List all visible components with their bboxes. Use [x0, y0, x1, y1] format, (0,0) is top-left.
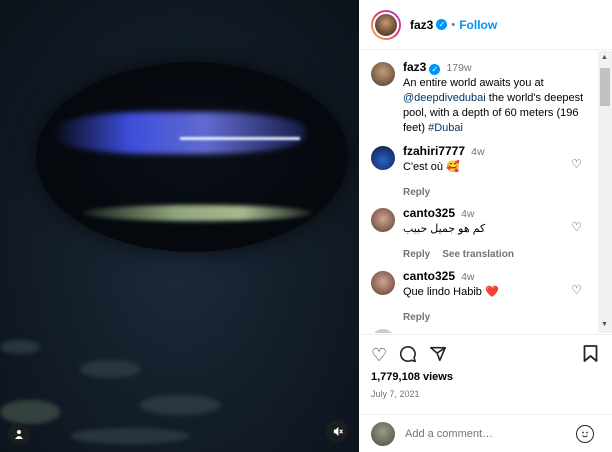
scrollbar-thumb[interactable] [600, 68, 610, 106]
author-username[interactable]: faz3 [410, 18, 433, 32]
caption-username[interactable]: faz3 [403, 60, 426, 74]
emoji-icon[interactable] [576, 424, 594, 443]
comment-time[interactable]: 4w [461, 208, 474, 220]
pool-floor [82, 205, 312, 221]
comment-time[interactable]: 4w [471, 146, 484, 158]
comment-username[interactable]: fzahiri7777 [403, 144, 465, 158]
comment-text: C'est où 🥰 [403, 161, 460, 173]
post-sidebar: faz3 ✓ • Follow faz3 ✓ 179w An entire wo… [359, 0, 612, 452]
reply-button[interactable]: Reply [403, 249, 430, 260]
underwater-debris [0, 340, 40, 354]
underwater-debris [80, 360, 140, 378]
comment-like-heart-icon[interactable]: ♡ [571, 220, 582, 234]
comment: fzahiri7777 4w C'est où 🥰 Reply [371, 144, 593, 200]
underwater-debris [140, 395, 220, 415]
author-avatar[interactable] [371, 62, 395, 86]
comment-username[interactable]: canto325 [403, 269, 455, 283]
commenter-avatar[interactable] [371, 146, 395, 170]
reply-button[interactable]: Reply [403, 312, 430, 323]
reply-button[interactable]: Reply [403, 187, 430, 198]
porthole-window [36, 62, 348, 252]
comment-like-heart-icon[interactable]: ♡ [571, 157, 582, 171]
comment-icon[interactable] [399, 345, 417, 367]
comment-text: Que lindo Habib ❤️ [403, 286, 499, 298]
post-date[interactable]: July 7, 2021 [371, 389, 420, 399]
follow-button[interactable]: Follow [459, 18, 497, 32]
separator-dot: • [451, 18, 456, 31]
heart-icon[interactable]: ♡ [371, 345, 387, 367]
mention-link[interactable]: @deepdivedubai [403, 92, 486, 104]
verified-icon: ✓ [429, 64, 441, 75]
comments-scrollbar[interactable]: ▲ ▼ [598, 51, 612, 333]
comment-username[interactable]: canto325 [403, 206, 455, 220]
scroll-down-arrow-icon[interactable]: ▼ [601, 321, 608, 328]
viewer-avatar [371, 421, 395, 446]
caption-time[interactable]: 179w [446, 62, 471, 74]
verified-icon: ✓ [436, 19, 448, 30]
comment: canto325 4w Que lindo Habib ❤️ Reply [371, 269, 593, 325]
post-actions: ♡ 1,779,108 views July 7, 2021 [359, 334, 612, 414]
caption: faz3 ✓ 179w An entire world awaits you a… [371, 60, 595, 136]
post-header: faz3 ✓ • Follow [359, 0, 612, 50]
commenter-avatar[interactable] [371, 329, 395, 333]
underwater-debris [0, 400, 60, 424]
caption-text: An entire world awaits you at [403, 77, 544, 89]
comment: canto325 4w كم هو جميل حبيب Reply See tra… [371, 206, 593, 262]
post-video[interactable] [0, 0, 359, 452]
commenter-avatar[interactable] [371, 271, 395, 295]
author-avatar[interactable] [371, 9, 401, 40]
hashtag-link[interactable]: #Dubai [428, 122, 463, 134]
comment-like-heart-icon[interactable]: ♡ [571, 283, 582, 297]
add-comment-bar: Add a comment… [359, 414, 612, 452]
view-count[interactable]: 1,779,108 views [371, 371, 453, 383]
comment-input[interactable]: Add a comment… [405, 428, 576, 440]
tagged-user-icon[interactable] [8, 423, 30, 445]
bookmark-icon[interactable] [583, 345, 598, 367]
pool-light-line [180, 137, 300, 140]
scroll-up-arrow-icon[interactable]: ▲ [601, 54, 608, 61]
comment-text: كم هو جميل حبيب [403, 223, 486, 235]
share-icon[interactable] [429, 345, 447, 367]
comments-list[interactable]: faz3 ✓ 179w An entire world awaits you a… [359, 51, 612, 333]
comment-time[interactable]: 4w [461, 271, 474, 283]
commenter-avatar[interactable] [371, 208, 395, 232]
pool-light [55, 112, 305, 154]
underwater-debris [70, 428, 190, 444]
mute-icon[interactable] [326, 420, 348, 442]
see-translation-button[interactable]: See translation [442, 249, 514, 260]
